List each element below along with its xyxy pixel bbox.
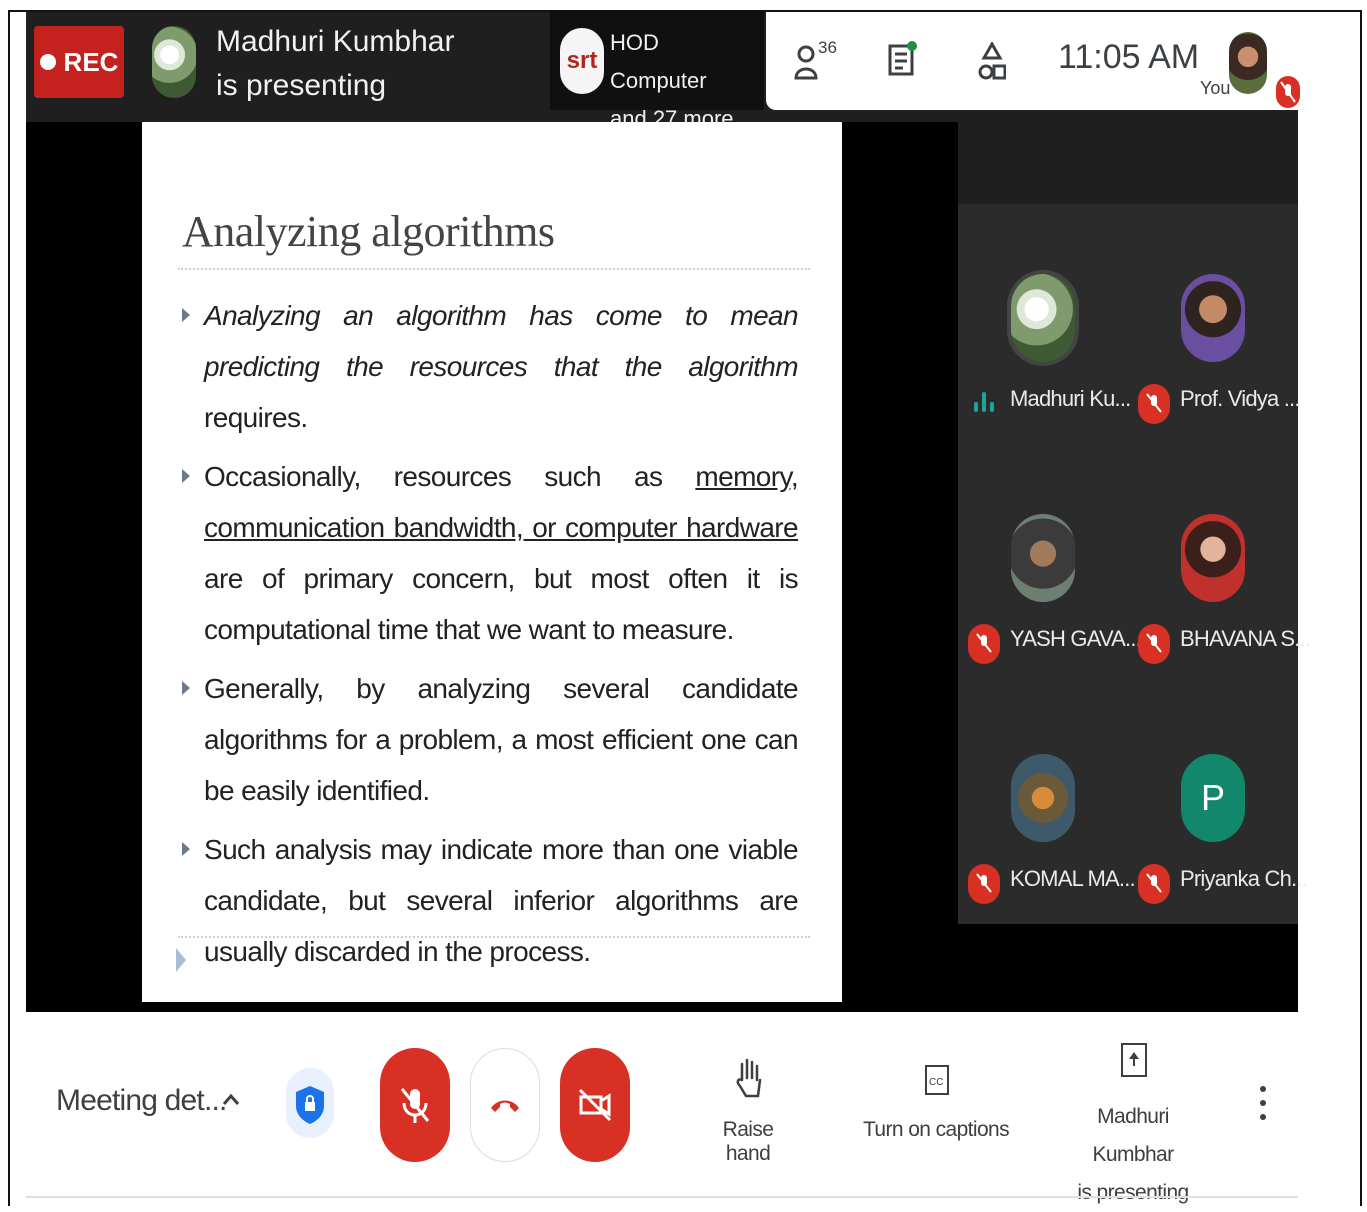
camera-off-icon <box>578 1088 612 1122</box>
slide-bullet: Analyzing an algorithm has come to mean … <box>182 290 799 443</box>
slide-bullets: Analyzing an algorithm has come to mean … <box>182 290 799 985</box>
participant-tile[interactable]: Madhuri Ku... <box>958 204 1131 444</box>
self-muted-icon <box>1276 76 1300 108</box>
bullet-arrow-icon <box>182 842 190 856</box>
participant-tile[interactable]: BHAVANA S... <box>1128 444 1311 684</box>
participant-name: Madhuri Ku... <box>1010 386 1131 411</box>
shield-lock-icon <box>296 1086 324 1124</box>
participant-avatar <box>1181 514 1245 602</box>
muted-mic-icon <box>1138 864 1170 904</box>
participant-name: Priyanka Ch... <box>1180 866 1308 891</box>
speaking-icon <box>974 390 996 418</box>
participant-avatar <box>1011 514 1075 602</box>
participant-name: Prof. Vidya ... <box>1180 386 1300 411</box>
chat-icon[interactable] <box>888 40 918 87</box>
presenting-status-button[interactable]: Madhuri Kumbhar is presenting <box>1058 1098 1208 1212</box>
clock: 11:05 AM <box>1058 38 1200 76</box>
mic-off-icon <box>400 1088 430 1123</box>
muted-mic-icon <box>968 624 1000 664</box>
participant-tile[interactable]: YASH GAVA... <box>958 444 1142 684</box>
bullet-arrow-icon <box>182 681 190 695</box>
bottom-divider <box>26 1196 1298 1198</box>
meeting-details-button[interactable]: Meeting det... <box>56 1084 227 1118</box>
participant-initial-avatar: P <box>1181 754 1245 842</box>
participant-name: BHAVANA S... <box>1180 626 1311 651</box>
bullet-text: are of primary concern, but most often i… <box>204 563 799 645</box>
captions-label[interactable]: Turn on captions <box>862 1118 1010 1142</box>
present-screen-icon[interactable] <box>1120 1040 1148 1085</box>
presenting-line-2: is presenting <box>1077 1181 1189 1204</box>
captions-icon[interactable]: CC <box>924 1064 950 1101</box>
presenting-line-1: Madhuri Kumbhar <box>1092 1105 1174 1166</box>
host-name: HOD Computer <box>610 30 707 93</box>
title-rule <box>178 268 810 270</box>
host-avatar: srt <box>560 28 604 94</box>
rec-label: REC <box>63 46 119 77</box>
raise-hand-label[interactable]: Raise hand <box>698 1118 798 1166</box>
muted-mic-icon <box>1138 624 1170 664</box>
participant-tile[interactable]: KOMAL MA... <box>958 684 1136 924</box>
slide-bullet: Generally, by analyzing several candidat… <box>182 663 799 816</box>
muted-mic-icon <box>968 864 1000 904</box>
chevron-up-icon[interactable] <box>222 1092 240 1111</box>
presenter-avatar <box>152 26 196 98</box>
bullet-arrow-icon <box>182 469 190 483</box>
muted-mic-icon <box>1138 384 1170 424</box>
participant-name: YASH GAVA... <box>1010 626 1142 651</box>
bullet-arrow-icon <box>182 308 190 322</box>
raise-hand-icon[interactable] <box>734 1056 764 1105</box>
record-dot-icon <box>39 54 56 70</box>
footer-arrow-icon <box>176 948 186 972</box>
leave-call-button[interactable] <box>470 1048 540 1162</box>
svg-text:CC: CC <box>929 1077 943 1088</box>
microphone-toggle-button[interactable] <box>380 1048 450 1162</box>
participant-name: KOMAL MA... <box>1010 866 1136 891</box>
hang-up-icon <box>491 1100 519 1112</box>
slide-bullet: Occasionally, resources such as memory, … <box>182 451 799 655</box>
bullet-text: Generally, by analyzing several candidat… <box>204 673 799 806</box>
participant-grid: Madhuri Ku... Prof. Vidya ... YASH GAVA.… <box>958 204 1311 924</box>
more-options-icon[interactable] <box>1260 1086 1266 1128</box>
presenter-status: Madhuri Kumbhar is presenting <box>216 25 455 102</box>
bullet-text-italic: Analyzing an algorithm has come to mean … <box>204 300 799 382</box>
bullet-text: Occasionally, resources such as <box>204 461 696 492</box>
slide-title: Analyzing algorithms <box>182 207 555 256</box>
participant-tile[interactable]: P Priyanka Ch... <box>1128 684 1308 924</box>
activities-icon[interactable] <box>978 40 1007 87</box>
host-controls-button[interactable] <box>286 1068 334 1138</box>
participant-tile[interactable]: Prof. Vidya ... <box>1128 204 1300 444</box>
bullet-text: Such analysis may indicate more than one… <box>204 834 799 967</box>
panel-header <box>958 122 1298 204</box>
self-avatar[interactable] <box>1229 32 1267 94</box>
camera-toggle-button[interactable] <box>560 1048 630 1162</box>
host-label: HOD Computer and 27 more <box>610 24 760 138</box>
participant-avatar <box>1011 754 1075 842</box>
participant-count: 36 <box>818 38 837 57</box>
recording-badge[interactable]: REC <box>34 26 124 98</box>
slide-bullet: Such analysis may indicate more than one… <box>182 824 799 977</box>
participant-avatar <box>1011 274 1075 362</box>
you-label: You <box>1200 78 1231 98</box>
footer-rule <box>178 936 810 938</box>
participant-avatar <box>1181 274 1245 362</box>
bullet-text: requires. <box>204 402 308 433</box>
